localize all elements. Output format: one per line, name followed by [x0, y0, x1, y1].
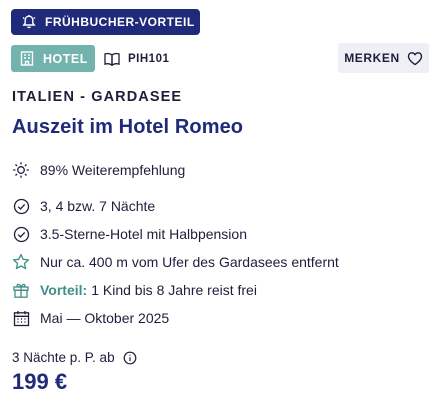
- calendar-icon: [12, 309, 30, 327]
- save-to-wishlist-button[interactable]: MERKEN: [338, 43, 429, 73]
- feature-text: 1 Kind bis 8 Jahre reist frei: [91, 282, 257, 298]
- feature-text: 3.5-Sterne-Hotel mit Halbpension: [40, 226, 247, 242]
- feature-recommendation: 89% Weiterempfehlung: [12, 160, 185, 180]
- early-booking-badge: FRÜHBUCHER-VORTEIL: [11, 9, 200, 35]
- feature-text: 89% Weiterempfehlung: [40, 162, 186, 178]
- price-label-row: 3 Nächte p. P. ab: [12, 350, 137, 365]
- feature-nights: 3, 4 bzw. 7 Nächte: [12, 196, 155, 216]
- feature-season: Mai — Oktober 2025: [12, 308, 169, 328]
- feature-highlight: Vorteil:: [40, 282, 88, 298]
- info-icon[interactable]: [123, 351, 137, 365]
- offer-region: ITALIEN - GARDASEE: [12, 89, 183, 105]
- feature-hotel-category: 3.5-Sterne-Hotel mit Halbpension: [12, 224, 247, 244]
- heart-icon: [407, 51, 423, 66]
- feature-text: Nur ca. 400 m vom Ufer des Gardasees ent…: [40, 254, 339, 270]
- gift-icon: [12, 281, 30, 299]
- hotel-type-badge: HOTEL: [11, 45, 95, 72]
- price-label: 3 Nächte p. P. ab: [12, 350, 115, 365]
- save-to-wishlist-label: MERKEN: [344, 51, 400, 65]
- feature-text: 3, 4 bzw. 7 Nächte: [40, 198, 156, 214]
- offer-code-label: PIH101: [128, 52, 170, 65]
- feature-advantage: Vorteil: 1 Kind bis 8 Jahre reist frei: [12, 280, 257, 300]
- price-value: 199 €: [12, 369, 68, 394]
- offer-code: PIH101: [104, 45, 169, 72]
- bell-icon: [21, 14, 37, 30]
- check-circle-icon: [12, 197, 30, 215]
- book-icon: [104, 52, 120, 66]
- offer-title: Auszeit im Hotel Romeo: [12, 116, 244, 138]
- feature-location: Nur ca. 400 m vom Ufer des Gardasees ent…: [12, 252, 339, 272]
- early-booking-label: FRÜHBUCHER-VORTEIL: [45, 15, 195, 29]
- hotel-type-label: HOTEL: [43, 51, 88, 66]
- check-circle-icon: [12, 225, 30, 243]
- star-icon: [12, 253, 30, 271]
- building-icon: [20, 51, 34, 66]
- feature-text: Mai — Oktober 2025: [40, 310, 170, 326]
- sun-icon: [12, 161, 30, 179]
